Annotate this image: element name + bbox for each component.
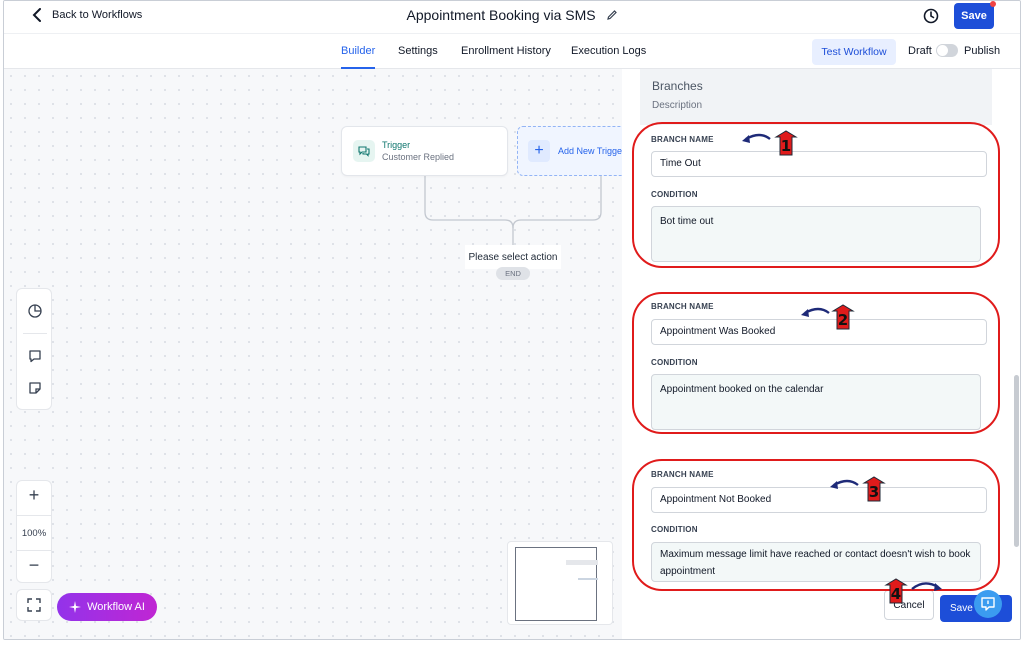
annotation-marker-1-icon: 1: [742, 130, 798, 156]
top-bar: Back to Workflows Appointment Booking vi…: [4, 1, 1020, 33]
notification-dot: [990, 1, 996, 7]
panel-header: Branches Description: [640, 69, 992, 125]
tab-execution-logs[interactable]: Execution Logs: [571, 45, 646, 57]
workflow-title-text: Appointment Booking via SMS: [406, 7, 596, 23]
zoom-in-button[interactable]: +: [17, 485, 51, 506]
panel-description-label: Description: [652, 100, 703, 111]
svg-text:3: 3: [869, 483, 879, 501]
trigger-node[interactable]: Trigger Customer Replied: [341, 126, 508, 176]
workflow-canvas[interactable]: Trigger Customer Replied + Add New Trigg…: [4, 69, 627, 639]
panel-scrollbar[interactable]: [1014, 375, 1019, 547]
expand-icon: [27, 598, 41, 612]
header-save-button[interactable]: Save: [954, 1, 996, 29]
panel-save-label: Save: [950, 603, 973, 614]
trigger-title: Trigger: [382, 140, 411, 150]
select-action-node[interactable]: Please select action: [465, 245, 561, 269]
workflow-ai-button[interactable]: Workflow AI: [57, 593, 157, 621]
draft-label: Draft: [908, 45, 932, 57]
minimap-node: [578, 578, 598, 580]
plus-icon: +: [528, 140, 550, 162]
workflow-ai-label: Workflow AI: [87, 601, 145, 613]
history-clock-icon[interactable]: [922, 7, 940, 25]
minimap-node: [566, 560, 598, 565]
fit-view-button[interactable]: [16, 589, 52, 621]
tab-settings[interactable]: Settings: [398, 45, 438, 57]
tools-divider: [23, 333, 47, 334]
canvas-minimap[interactable]: [507, 541, 613, 625]
add-trigger-label: Add New Trigger: [558, 146, 626, 156]
panel-heading: Branches: [652, 79, 703, 93]
header-save-label: Save: [961, 10, 987, 22]
zoom-level: 100%: [17, 515, 51, 551]
trigger-subtitle: Customer Replied: [382, 152, 455, 162]
app-window: Back to Workflows Appointment Booking vi…: [3, 0, 1021, 640]
zoom-out-button[interactable]: −: [17, 555, 51, 576]
sparkle-icon: [69, 601, 82, 613]
minimap-viewport: [515, 547, 598, 621]
svg-text:4: 4: [891, 585, 901, 603]
annotation-ring: [632, 122, 1000, 268]
svg-text:1: 1: [781, 137, 791, 155]
pie-chart-icon[interactable]: [27, 303, 43, 319]
add-new-trigger-node[interactable]: + Add New Trigger: [517, 126, 627, 176]
publish-toggle[interactable]: [936, 44, 958, 57]
tab-enrollment-history[interactable]: Enrollment History: [461, 45, 551, 57]
annotation-marker-4-icon: 4: [884, 578, 942, 604]
annotation-marker-2-icon: 2: [801, 304, 855, 330]
zoom-controls: + 100% −: [16, 480, 52, 583]
sticky-note-icon[interactable]: [27, 380, 43, 396]
workflow-title[interactable]: Appointment Booking via SMS: [4, 7, 1020, 23]
annotation-ring: [632, 459, 1000, 591]
svg-text:2: 2: [838, 311, 848, 329]
publish-label: Publish: [964, 45, 1001, 57]
pencil-icon[interactable]: [606, 9, 618, 21]
chat-bubbles-icon: [353, 140, 375, 162]
canvas-tools-panel: [16, 288, 52, 410]
tabs-row: Builder Settings Enrollment History Exec…: [4, 33, 1020, 69]
tab-builder[interactable]: Builder: [341, 45, 375, 57]
end-node: END: [496, 267, 530, 280]
support-chat-icon[interactable]: [974, 590, 1002, 618]
annotation-marker-3-icon: 3: [830, 476, 886, 502]
comment-icon[interactable]: [27, 348, 43, 364]
test-workflow-button[interactable]: Test Workflow: [812, 39, 896, 65]
